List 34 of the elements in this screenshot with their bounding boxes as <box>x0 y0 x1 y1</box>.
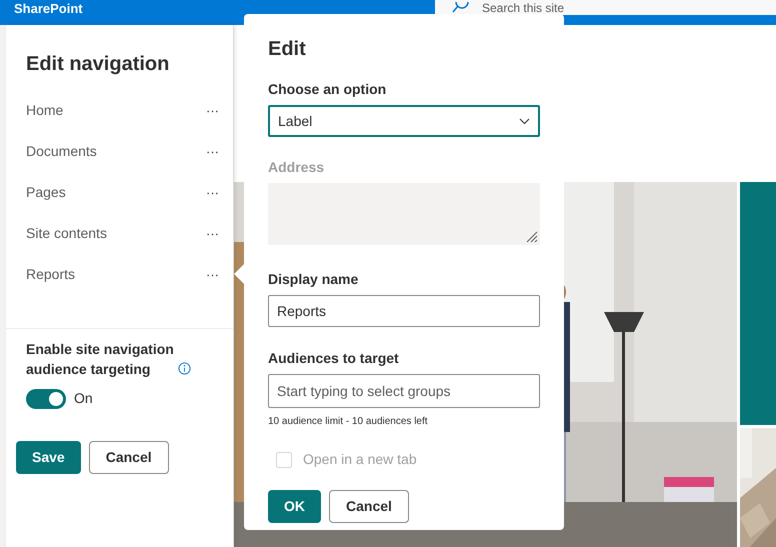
ok-button[interactable]: OK <box>268 490 321 523</box>
resize-handle-icon <box>526 231 538 243</box>
cancel-button[interactable]: Cancel <box>329 490 409 523</box>
option-dropdown[interactable]: Label <box>268 105 540 137</box>
info-icon <box>178 362 191 375</box>
search-field[interactable]: Search this site <box>435 0 776 15</box>
toggle-state: On <box>74 389 93 408</box>
save-button[interactable]: Save <box>16 441 81 474</box>
dialog-title: Edit <box>268 37 307 62</box>
more-button[interactable]: ··· <box>206 100 219 120</box>
more-button[interactable]: ··· <box>206 182 219 202</box>
audiences-field[interactable]: Start typing to select groups <box>268 374 540 408</box>
nav-link[interactable]: Pages <box>26 182 66 203</box>
field-label: Address <box>268 158 326 177</box>
audience-hint: 10 audience limit - 10 audiences left <box>268 415 429 429</box>
nav-link[interactable]: Site contents <box>26 223 107 244</box>
field-label: Audiences to target <box>268 349 400 368</box>
nav-link[interactable]: Home <box>26 100 64 121</box>
panel-title: Edit navigation <box>26 52 170 77</box>
field-label: Display name <box>268 270 360 289</box>
search-icon <box>451 2 469 14</box>
chevron-down-icon <box>519 118 530 124</box>
field-label: Choose an option <box>268 80 388 99</box>
site-brand[interactable]: SharePoint <box>14 1 83 16</box>
targeting-label: Enable site navigation audience targeting <box>26 340 175 379</box>
more-button[interactable]: ··· <box>206 264 219 284</box>
more-button[interactable]: ··· <box>206 142 219 162</box>
toggle-switch[interactable] <box>26 388 66 408</box>
cancel-button[interactable]: Cancel <box>88 441 169 474</box>
more-button[interactable]: ··· <box>206 224 219 244</box>
checkbox-label: Open in a new tab <box>303 450 417 469</box>
nav-link[interactable]: Reports <box>26 264 76 285</box>
nav-link[interactable]: Documents <box>26 141 97 162</box>
display-name-field[interactable]: Reports <box>268 295 540 327</box>
